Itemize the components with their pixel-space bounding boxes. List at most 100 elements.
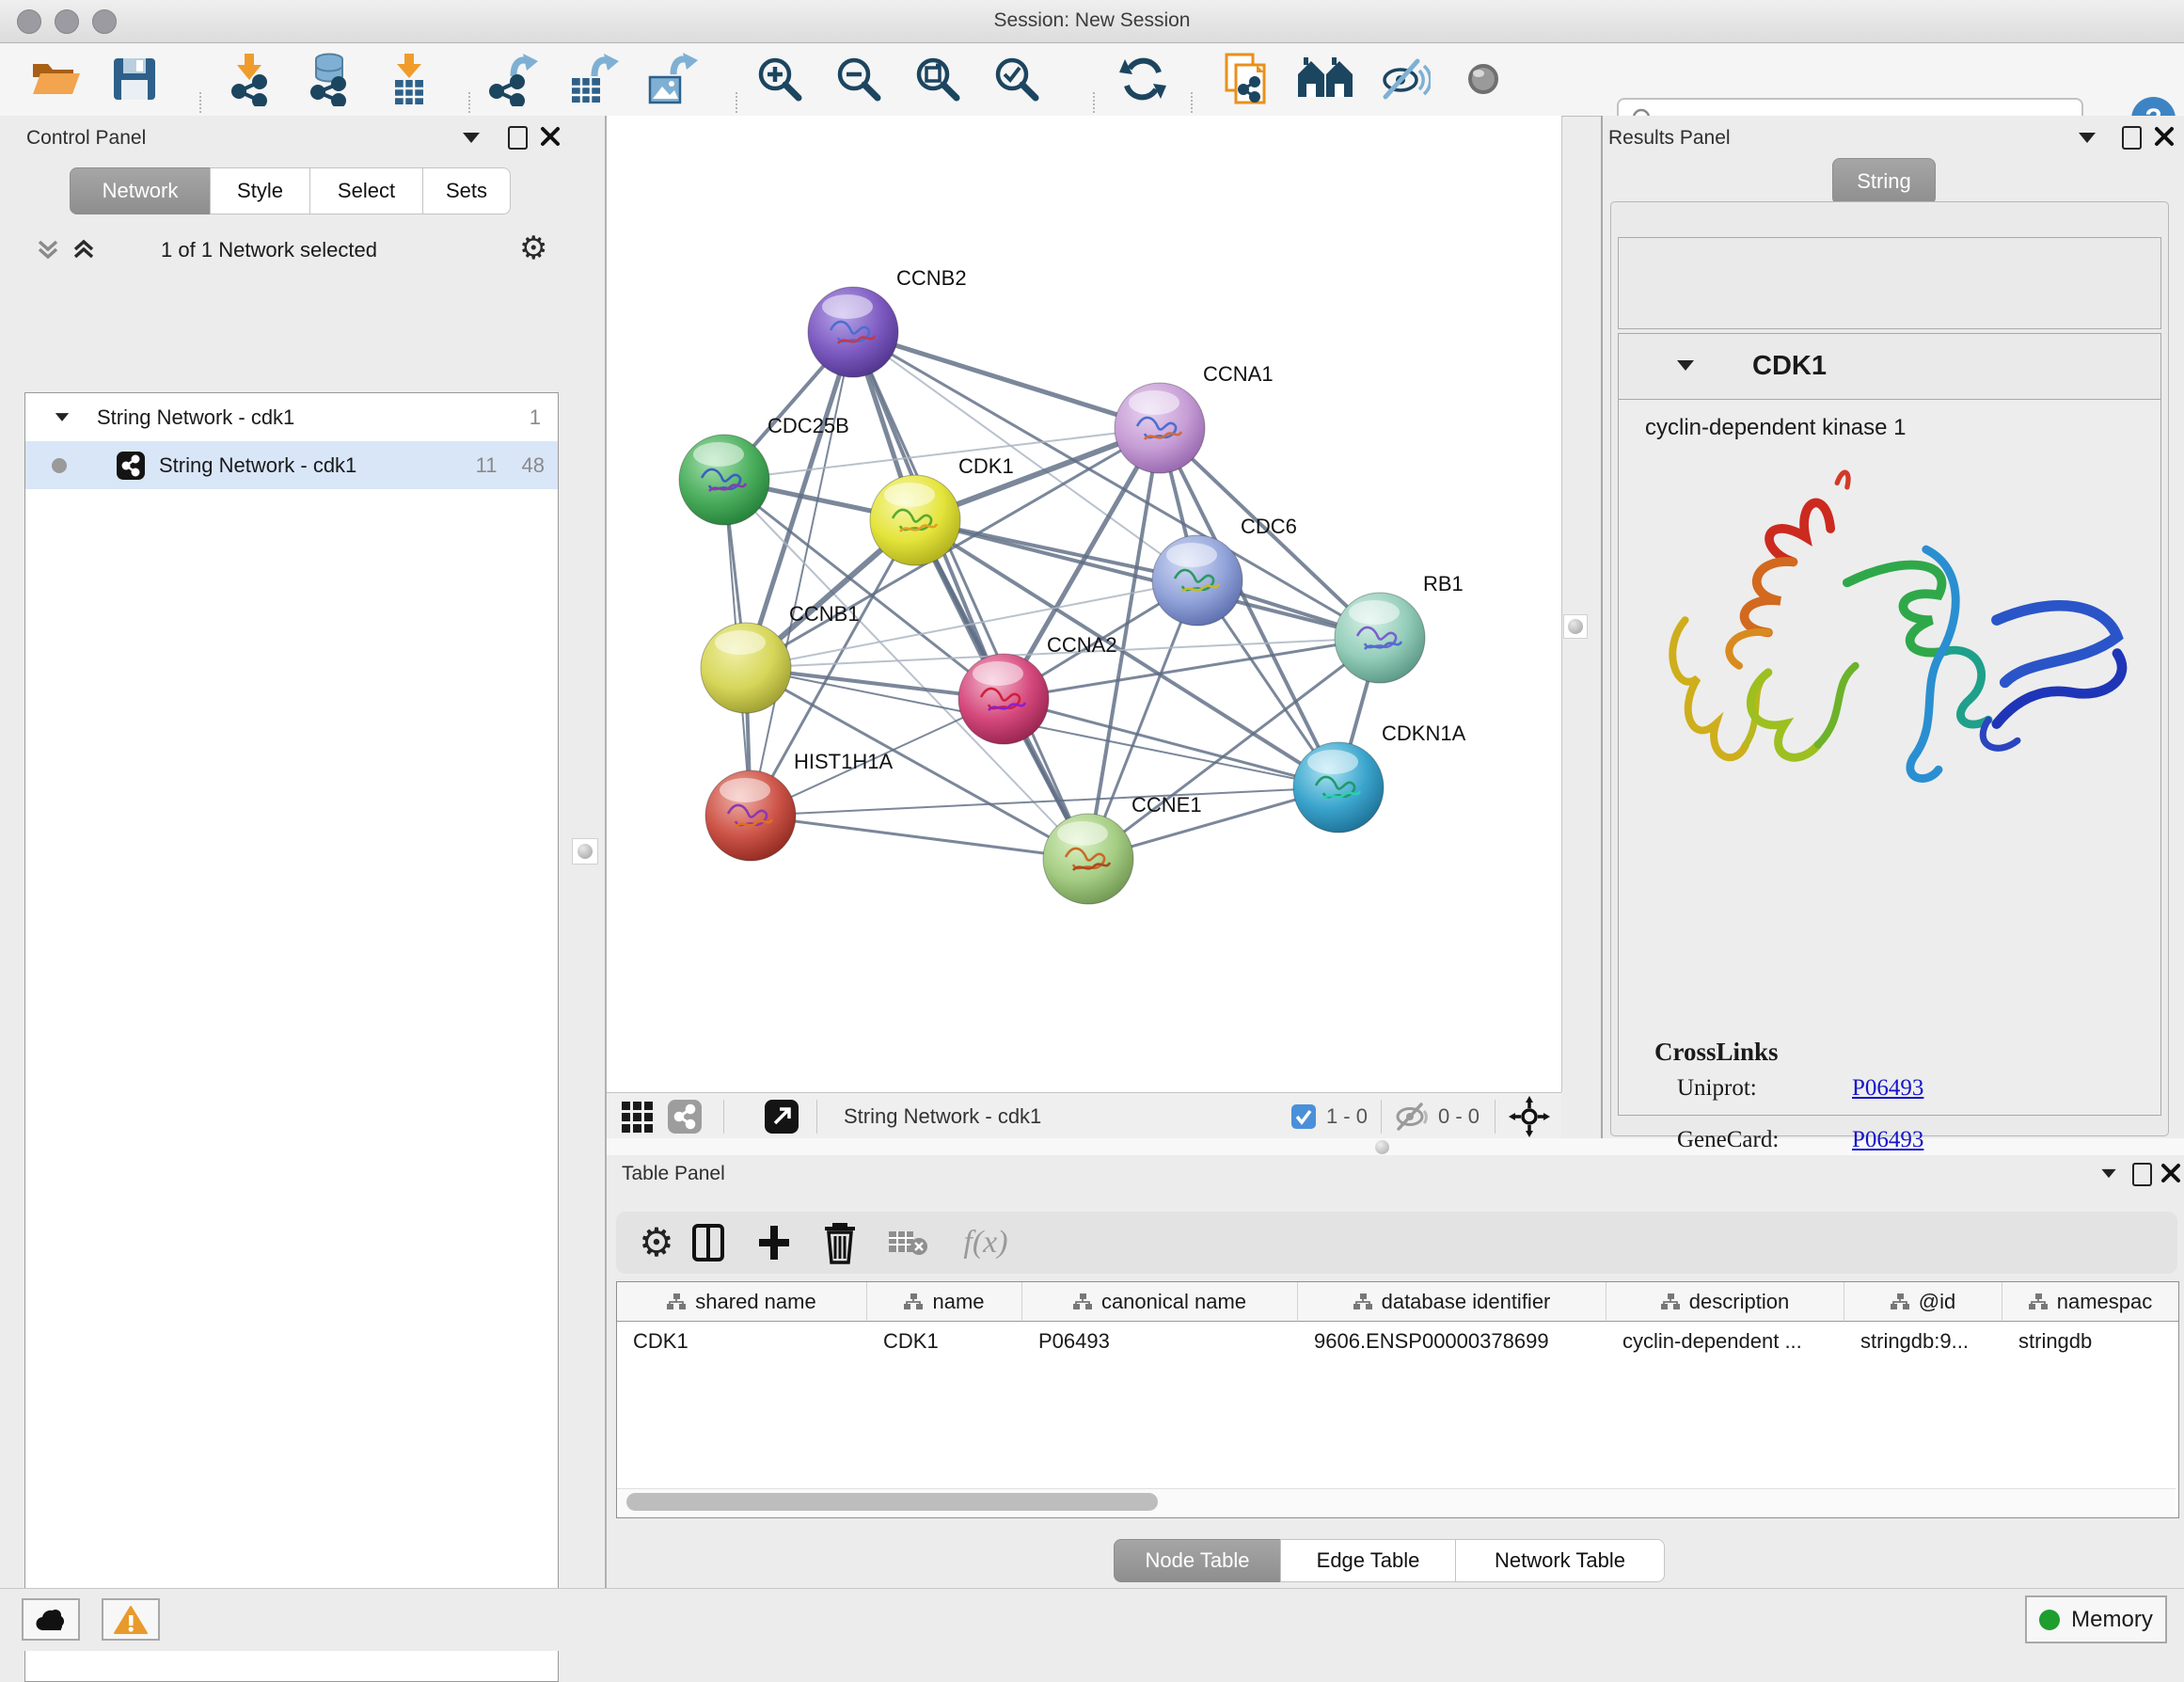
refresh-view-button[interactable] <box>1108 50 1178 108</box>
network-edge[interactable] <box>751 332 853 816</box>
table-horizontal-scrollbar[interactable] <box>617 1488 2176 1515</box>
control-panel-float-icon[interactable] <box>508 126 528 150</box>
add-column-icon[interactable] <box>755 1222 821 1263</box>
network-canvas[interactable]: CCNB2CCNA1CDC25BCDK1CDC6RB1CCNB1CCNA2CDK… <box>607 116 1562 1092</box>
gene-expander-icon[interactable] <box>1677 360 1694 371</box>
tab-select[interactable]: Select <box>309 167 423 214</box>
table-panel-menu-icon[interactable] <box>2101 1169 2115 1178</box>
network-edge[interactable] <box>853 332 1160 428</box>
right-splitter-handle[interactable] <box>1563 614 1588 639</box>
network-row[interactable]: String Network - cdk1 11 48 <box>25 441 558 489</box>
network-node-CCNB1[interactable] <box>701 623 791 713</box>
network-selection-status: 1 of 1 Network selected <box>24 238 514 262</box>
control-panel-menu-icon[interactable] <box>463 133 480 143</box>
network-edge[interactable] <box>751 816 1088 859</box>
export-image-button[interactable] <box>636 50 705 108</box>
column-header-database-identifier[interactable]: database identifier <box>1298 1282 1606 1322</box>
first-neighbors-button[interactable] <box>1290 50 1360 108</box>
memory-label: Memory <box>2071 1607 2153 1633</box>
memory-button[interactable]: Memory <box>2025 1595 2167 1643</box>
import-network-database-button[interactable] <box>293 50 363 108</box>
collection-count: 1 <box>530 405 541 430</box>
show-all-button[interactable] <box>1448 50 1518 108</box>
tab-edge-table[interactable]: Edge Table <box>1280 1539 1456 1582</box>
cell-shared-name[interactable]: CDK1 <box>617 1322 866 1361</box>
zoom-selected-button[interactable] <box>982 50 1052 108</box>
tab-sets[interactable]: Sets <box>422 167 511 214</box>
tab-string[interactable]: String <box>1832 158 1936 205</box>
table-settings-gear-icon[interactable]: ⚙ <box>624 1223 689 1262</box>
detach-view-icon[interactable] <box>764 1099 799 1135</box>
column-header-shared-name[interactable]: shared name <box>617 1282 867 1322</box>
network-edge[interactable] <box>915 520 1380 638</box>
results-panel-menu-icon[interactable] <box>2079 133 2096 143</box>
export-table-button[interactable] <box>557 50 626 108</box>
selected-checkbox-icon[interactable] <box>1290 1103 1317 1130</box>
network-from-file-button[interactable] <box>1211 50 1281 108</box>
function-builder-icon[interactable]: f(x) <box>953 1225 1019 1261</box>
network-node-CDK1[interactable] <box>870 475 960 565</box>
network-node-CDC25B[interactable] <box>679 435 769 525</box>
left-splitter-handle[interactable] <box>572 838 598 865</box>
network-graph: CCNB2CCNA1CDC25BCDK1CDC6RB1CCNB1CCNA2CDK… <box>607 116 1561 1092</box>
cell-namespace[interactable]: stringdb <box>2002 1322 2178 1361</box>
import-table-file-button[interactable] <box>374 50 444 108</box>
save-session-button[interactable] <box>100 50 169 108</box>
network-node-CCNE1[interactable] <box>1043 814 1133 904</box>
cell-description[interactable]: cyclin-dependent ... <box>1606 1322 1844 1361</box>
horizontal-splitter-handle[interactable] <box>1375 1140 1389 1154</box>
cloud-status-button[interactable] <box>22 1598 80 1641</box>
tab-style[interactable]: Style <box>210 167 310 214</box>
import-network-file-button[interactable] <box>214 50 284 108</box>
zoom-fit-button[interactable] <box>903 50 973 108</box>
zoom-out-button[interactable] <box>824 50 894 108</box>
cell-id[interactable]: stringdb:9... <box>1844 1322 2002 1361</box>
open-session-button[interactable] <box>21 50 90 108</box>
control-panel-close-icon[interactable] <box>540 126 561 147</box>
column-header-id[interactable]: @id <box>1844 1282 2002 1322</box>
network-node-HIST1H1A[interactable] <box>705 770 796 861</box>
center-view-crosshair-icon[interactable] <box>1509 1096 1550 1137</box>
network-overview-share-icon[interactable] <box>667 1099 703 1135</box>
column-header-description[interactable]: description <box>1606 1282 1844 1322</box>
results-panel-close-icon[interactable] <box>2154 126 2175 147</box>
network-node-CCNB2[interactable] <box>808 287 898 377</box>
network-collection-row[interactable]: String Network - cdk1 1 <box>25 393 558 441</box>
show-columns-icon[interactable] <box>689 1222 755 1263</box>
tab-network[interactable]: Network <box>70 167 211 214</box>
table-panel-float-icon[interactable] <box>2132 1163 2152 1186</box>
delete-column-trash-icon[interactable] <box>821 1221 887 1264</box>
control-panel-title: Control Panel <box>26 127 146 150</box>
results-panel-float-icon[interactable] <box>2122 126 2142 150</box>
scrollbar-thumb[interactable] <box>626 1493 1158 1511</box>
collection-expander-icon[interactable] <box>55 413 69 421</box>
tab-node-table[interactable]: Node Table <box>1114 1539 1281 1582</box>
network-node-CDKN1A[interactable] <box>1293 742 1384 833</box>
crosslink-link[interactable]: P06493 <box>1852 1075 1923 1102</box>
warnings-button[interactable] <box>102 1598 160 1641</box>
table-panel-close-icon[interactable] <box>2160 1163 2181 1183</box>
network-node-CCNA2[interactable] <box>958 654 1049 744</box>
delete-table-icon[interactable] <box>887 1226 953 1260</box>
horizontal-splitter[interactable] <box>607 1138 2184 1155</box>
network-node-CDC6[interactable] <box>1152 535 1242 626</box>
export-network-button[interactable] <box>478 50 547 108</box>
zoom-in-button[interactable] <box>745 50 815 108</box>
column-header-name[interactable]: name <box>867 1282 1022 1322</box>
network-edge[interactable] <box>853 332 1088 859</box>
network-node-CCNA1[interactable] <box>1115 383 1205 473</box>
network-options-gear-icon[interactable]: ⚙ <box>519 232 547 264</box>
gene-entry-header[interactable]: CDK1 <box>1619 334 2160 400</box>
crosslink-link[interactable]: P06493 <box>1852 1127 1923 1153</box>
column-header-namespace[interactable]: namespac <box>2002 1282 2178 1322</box>
cell-canonical-name[interactable]: P06493 <box>1022 1322 1297 1361</box>
hide-selected-button[interactable] <box>1369 50 1439 108</box>
tab-network-table[interactable]: Network Table <box>1455 1539 1665 1582</box>
column-header-canonical-name[interactable]: canonical name <box>1022 1282 1298 1322</box>
save-icon <box>111 56 158 103</box>
cell-name[interactable]: CDK1 <box>867 1322 1021 1361</box>
cell-database-identifier[interactable]: 9606.ENSP00000378699 <box>1298 1322 1606 1361</box>
network-node-RB1[interactable] <box>1335 593 1425 683</box>
import-network-icon <box>222 52 277 106</box>
birds-eye-grid-icon[interactable] <box>620 1100 654 1134</box>
